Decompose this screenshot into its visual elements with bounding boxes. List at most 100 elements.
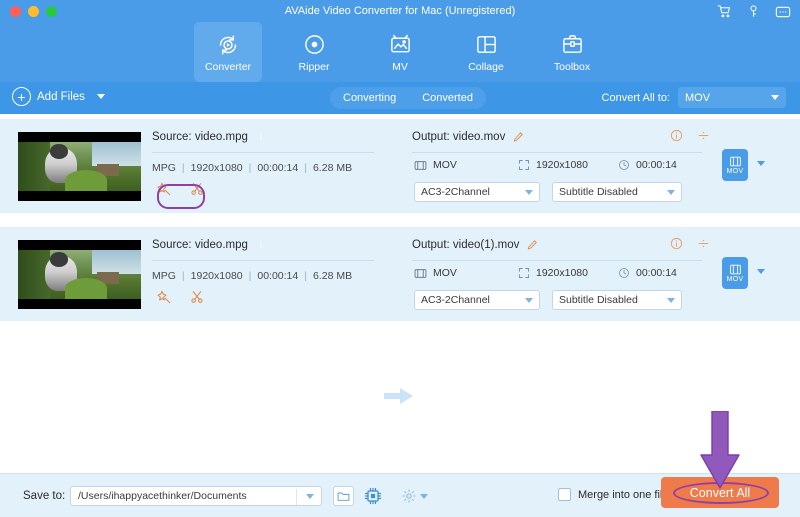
nav-item-label: Ripper [298, 60, 330, 73]
chevron-down-icon[interactable] [96, 94, 105, 99]
title-bar-actions [716, 3, 791, 20]
chevron-down-icon[interactable] [306, 493, 314, 499]
source-filesize: 6.28 MB [312, 162, 353, 174]
source-format: MPG [152, 270, 176, 282]
separator: | [181, 162, 185, 174]
nav-item-converter[interactable]: Converter [194, 22, 262, 82]
output-track-selects: AC3-2Channel Subtitle Disabled [414, 290, 682, 310]
table-row[interactable]: Source: video.mpg MPG | 1920x1080 | 00:0… [0, 227, 800, 404]
divider [152, 152, 374, 153]
output-title-row: Output: video(1).mov [412, 239, 538, 251]
film-icon [729, 264, 741, 274]
menu-icon[interactable] [774, 3, 791, 20]
trim-icon[interactable] [189, 181, 206, 198]
source-info: Source: video.mpg MPG | 1920x1080 | 00:0… [152, 227, 377, 321]
tab-converting[interactable]: Converting [330, 87, 409, 109]
main-nav: Converter Ripper MV Collage Toolbox [0, 22, 800, 82]
info-icon[interactable] [670, 129, 683, 142]
ripper-icon [301, 32, 327, 58]
nav-item-collage[interactable]: Collage [452, 22, 520, 82]
chevron-down-icon [667, 297, 675, 303]
nav-item-label: Collage [468, 60, 504, 73]
audio-track-value: AC3-2Channel [421, 294, 490, 306]
plus-icon: + [12, 87, 31, 106]
convert-all-to-label: Convert All to: [601, 91, 670, 104]
open-folder-button[interactable] [333, 486, 354, 506]
merge-into-one-file-toggle[interactable]: Merge into one file [558, 488, 669, 501]
merge-checkbox[interactable] [558, 488, 571, 501]
subtitle-track-select[interactable]: Subtitle Disabled [552, 182, 682, 202]
convert-all-to-select[interactable]: MOV [678, 87, 786, 108]
output-format: MOV [433, 267, 457, 279]
key-icon[interactable] [745, 3, 762, 20]
source-filename: Source: video.mpg [152, 239, 248, 251]
trim-icon[interactable] [189, 289, 206, 306]
edit-icon[interactable] [156, 181, 173, 198]
output-filename: Output: video.mov [412, 131, 506, 143]
divider [412, 152, 702, 153]
converter-icon [215, 32, 241, 58]
rename-icon[interactable] [526, 239, 538, 251]
chevron-down-icon [525, 189, 533, 195]
folder-icon [337, 492, 350, 501]
info-icon[interactable] [255, 239, 267, 251]
audio-track-select[interactable]: AC3-2Channel [414, 290, 540, 310]
edit-icon[interactable] [156, 289, 173, 306]
tab-converted[interactable]: Converted [409, 87, 486, 109]
source-title-row: Source: video.mpg [152, 131, 267, 143]
app-title: AVAide Video Converter for Mac (Unregist… [284, 5, 516, 17]
cart-icon[interactable] [716, 3, 733, 20]
save-path-input[interactable]: /Users/ihappyacethinker/Documents [70, 486, 322, 506]
output-format: MOV [433, 159, 457, 171]
nav-item-toolbox[interactable]: Toolbox [538, 22, 606, 82]
add-files-button[interactable]: + Add Files [12, 87, 105, 106]
subtitle-track-value: Subtitle Disabled [559, 186, 638, 198]
format-dropdown-icon[interactable] [757, 269, 765, 274]
film-icon [414, 268, 427, 278]
clock-icon [619, 160, 629, 170]
settings-icon[interactable] [697, 237, 710, 250]
divider [152, 260, 374, 261]
output-metadata: MOV 1920x1080 00:00:14 [414, 267, 704, 279]
save-to-label: Save to: [23, 490, 66, 502]
separator: | [248, 270, 252, 282]
separator: | [304, 270, 307, 282]
chevron-down-icon[interactable] [419, 493, 428, 499]
output-metadata: MOV 1920x1080 00:00:14 [414, 159, 704, 171]
gpu-icon [364, 487, 381, 505]
settings-icon[interactable] [697, 129, 710, 142]
output-track-selects: AC3-2Channel Subtitle Disabled [414, 182, 682, 202]
info-icon[interactable] [670, 237, 683, 250]
collage-icon [473, 32, 499, 58]
preferences-button[interactable] [397, 486, 431, 506]
source-duration: 00:00:14 [257, 270, 299, 282]
chevron-down-icon [525, 297, 533, 303]
subtitle-track-select[interactable]: Subtitle Disabled [552, 290, 682, 310]
nav-item-ripper[interactable]: Ripper [280, 22, 348, 82]
output-filename: Output: video(1).mov [412, 239, 520, 251]
nav-item-label: Toolbox [553, 60, 591, 73]
info-icon[interactable] [255, 131, 267, 143]
source-title-row: Source: video.mpg [152, 239, 267, 251]
source-resolution: 1920x1080 [190, 162, 243, 174]
nav-item-mv[interactable]: MV [366, 22, 434, 82]
output-format-badge: MOV [726, 275, 744, 283]
video-thumbnail[interactable] [18, 132, 141, 201]
rename-icon[interactable] [512, 131, 524, 143]
output-format-button[interactable]: MOV [722, 149, 748, 181]
output-title-row: Output: video.mov [412, 131, 524, 143]
film-icon [729, 156, 741, 166]
format-dropdown-icon[interactable] [757, 161, 765, 166]
convert-all-button[interactable]: Convert All [661, 477, 779, 508]
audio-track-select[interactable]: AC3-2Channel [414, 182, 540, 202]
hardware-acceleration-button[interactable] [362, 486, 383, 506]
file-list: Source: video.mpg MPG | 1920x1080 | 00:0… [0, 114, 800, 502]
file-toolbar: + Add Files Converting Converted Convert… [0, 82, 800, 192]
table-row[interactable]: Source: video.mpg MPG | 1920x1080 | 00:0… [0, 119, 800, 296]
audio-track-value: AC3-2Channel [421, 186, 490, 198]
output-format-button[interactable]: MOV [722, 257, 748, 289]
output-info: Output: video(1).mov MOV 1920x1080 00:00… [412, 227, 712, 321]
resolution-icon [519, 268, 529, 278]
video-thumbnail[interactable] [18, 240, 141, 309]
nav-item-label: Converter [204, 60, 252, 73]
